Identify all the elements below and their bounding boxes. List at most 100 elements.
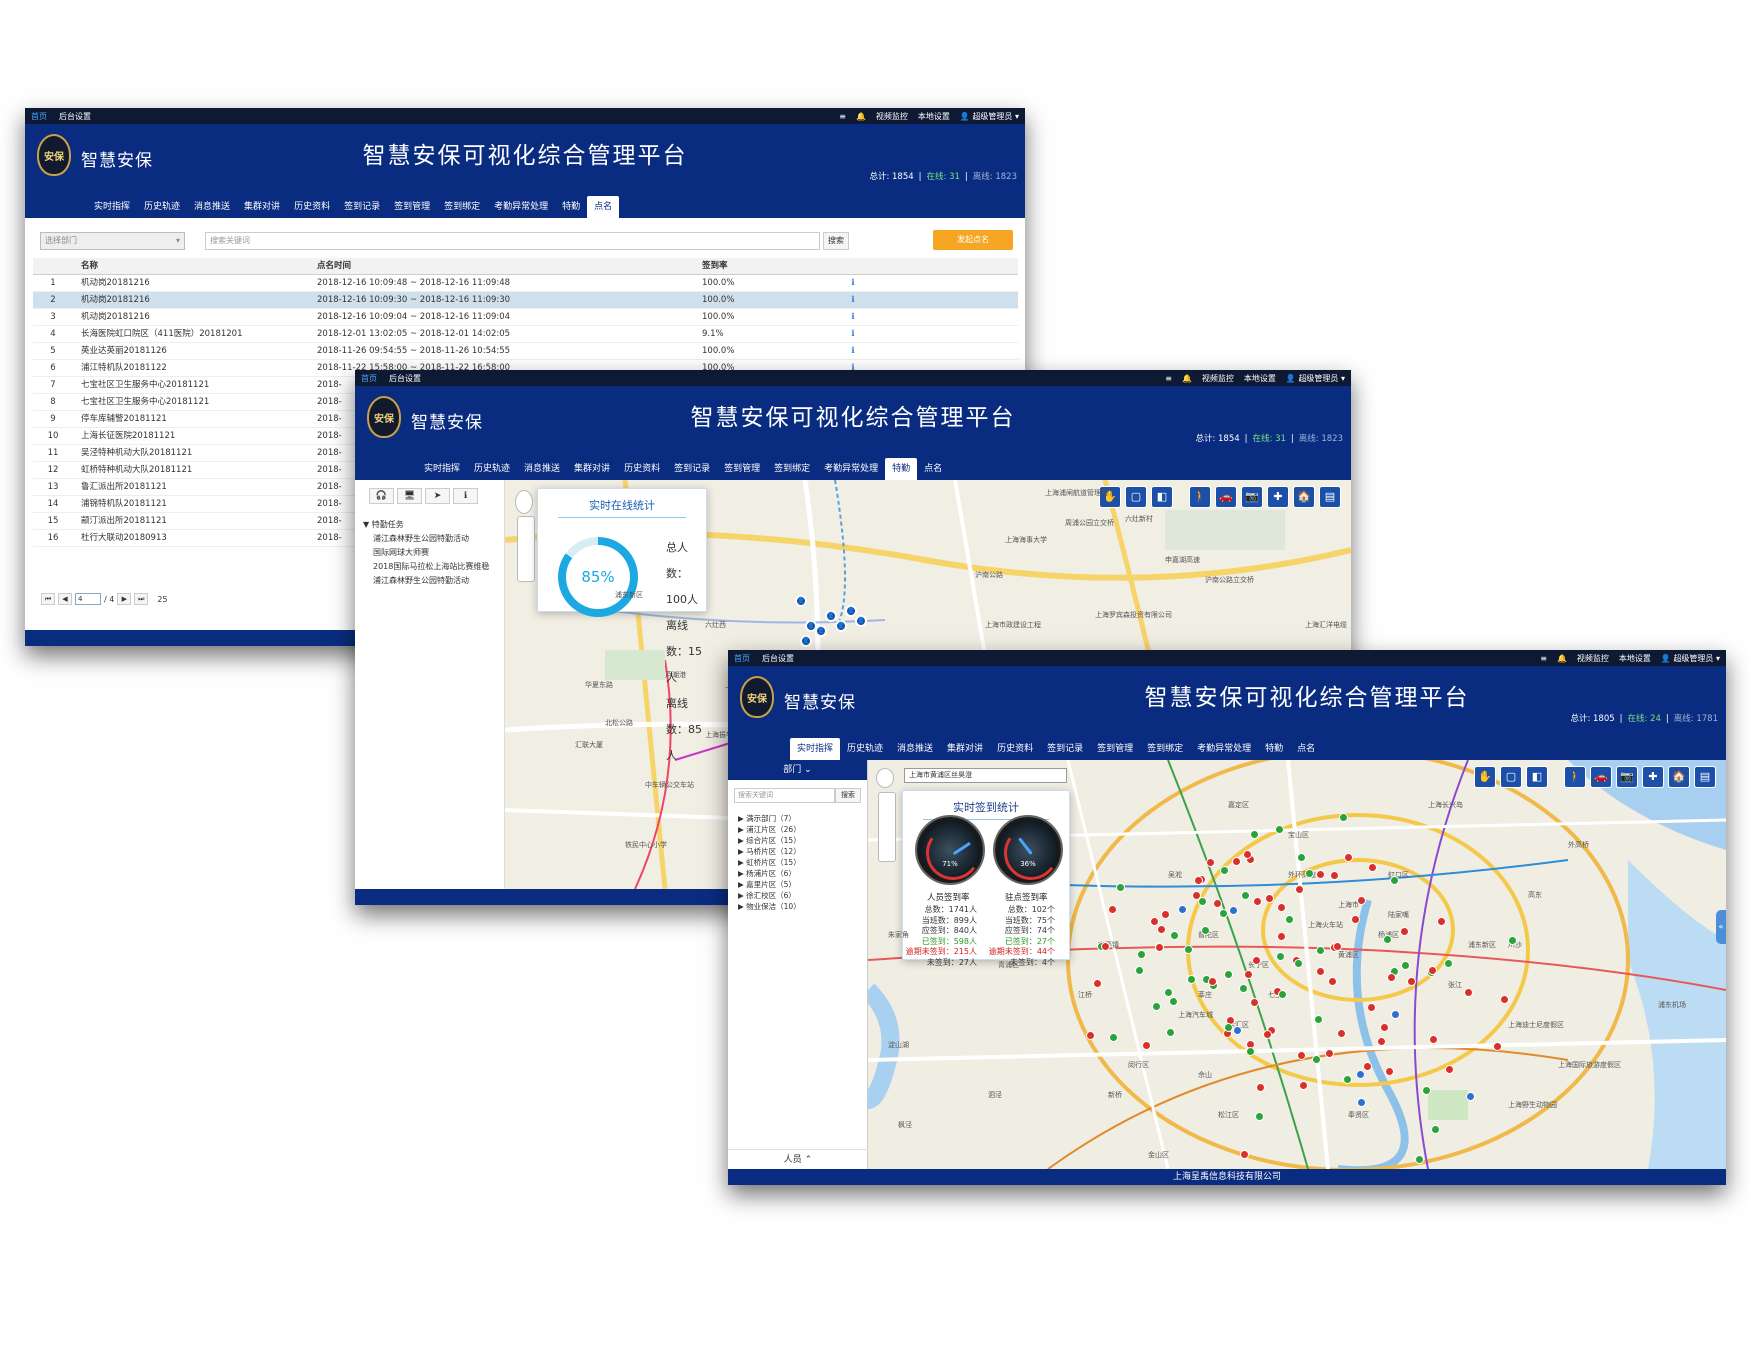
checkin-marker[interactable] xyxy=(1254,1111,1264,1121)
checkin-marker[interactable] xyxy=(1294,884,1304,894)
checkin-marker[interactable] xyxy=(1386,972,1396,982)
tab-6[interactable]: 签到管理 xyxy=(387,196,437,218)
checkin-marker[interactable] xyxy=(1239,1150,1249,1160)
compass-control[interactable] xyxy=(876,768,894,788)
checkin-marker[interactable] xyxy=(1231,857,1241,867)
checkin-marker[interactable] xyxy=(1316,945,1326,955)
table-row[interactable]: 5 英业达英丽20181126 2018-11-26 09:54:55 ~ 2018… xyxy=(33,343,1018,360)
tab-8[interactable]: 考勤异常处理 xyxy=(817,458,885,480)
personnel-marker-icon[interactable]: 👤 xyxy=(835,620,847,632)
personnel-marker-icon[interactable]: 👤 xyxy=(825,610,837,622)
checkin-marker[interactable] xyxy=(1275,951,1285,961)
info-icon[interactable]: ℹ xyxy=(838,309,868,325)
pan-hand-icon[interactable]: ✋ xyxy=(1474,766,1496,788)
table-row[interactable]: 1 机动岗20181216 2018-12-16 10:09:48 ~ 2018-1… xyxy=(33,275,1018,292)
department-item[interactable]: ▶ 杨浦片区（6） xyxy=(738,868,867,879)
task-item[interactable]: 浦江森林野生公园特勤活动 xyxy=(363,532,504,546)
person-icon[interactable]: 🚶 xyxy=(1564,766,1586,788)
checkin-marker[interactable] xyxy=(1367,863,1377,873)
admin-settings-link[interactable]: 后台设置 xyxy=(59,111,91,122)
tab-3[interactable]: 集群对讲 xyxy=(567,458,617,480)
checkin-marker[interactable] xyxy=(1152,1001,1162,1011)
last-page-icon[interactable]: ⏭ xyxy=(134,593,149,605)
checkin-marker[interactable] xyxy=(1285,914,1295,924)
compass-control[interactable] xyxy=(515,490,533,514)
car-icon[interactable]: 🚗 xyxy=(1590,766,1612,788)
checkin-marker[interactable] xyxy=(1161,909,1171,919)
checkin-marker[interactable] xyxy=(1379,1022,1389,1032)
layers-icon[interactable]: ▤ xyxy=(1694,766,1716,788)
tree-root[interactable]: ▼ 特勤任务 xyxy=(363,518,504,532)
checkin-marker[interactable] xyxy=(1184,944,1194,954)
admin-settings-link[interactable]: 后台设置 xyxy=(389,373,421,384)
checkin-marker[interactable] xyxy=(1249,997,1259,1007)
bell-icon[interactable]: 🔔 xyxy=(856,112,866,121)
task-item[interactable]: 浦江森林野生公园特勤活动 xyxy=(363,574,504,588)
department-item[interactable]: ▶ 虹桥片区（15） xyxy=(738,857,867,868)
department-item[interactable]: ▶ 综合片区（15） xyxy=(738,835,867,846)
checkin-marker[interactable] xyxy=(1327,977,1337,987)
tab-9[interactable]: 特勤 xyxy=(555,196,587,218)
zoom-slider[interactable] xyxy=(878,792,896,862)
checkin-marker[interactable] xyxy=(1238,983,1248,993)
tab-5[interactable]: 签到记录 xyxy=(667,458,717,480)
monitor-icon[interactable]: 🖥 xyxy=(397,488,422,504)
checkin-marker[interactable] xyxy=(1399,927,1409,937)
local-settings-link[interactable]: 本地设置 xyxy=(1619,653,1651,664)
menu-icon[interactable]: ≡ xyxy=(1165,374,1172,383)
tab-2[interactable]: 消息推送 xyxy=(517,458,567,480)
department-header[interactable]: 部门 ⌄ xyxy=(728,760,867,780)
target-icon[interactable]: ✚ xyxy=(1642,766,1664,788)
checkin-marker[interactable] xyxy=(1342,1074,1352,1084)
local-settings-link[interactable]: 本地设置 xyxy=(1244,373,1276,384)
checkin-marker[interactable] xyxy=(1228,906,1238,916)
info-icon[interactable]: ℹ xyxy=(838,275,868,291)
info-icon[interactable]: ℹ xyxy=(453,488,478,504)
search-input[interactable]: 搜索关键词 xyxy=(205,232,820,250)
checkin-marker[interactable] xyxy=(1205,857,1215,867)
video-monitor-link[interactable]: 视频监控 xyxy=(1202,373,1234,384)
checkin-marker[interactable] xyxy=(1492,1041,1502,1051)
zoom-slider[interactable] xyxy=(517,516,535,582)
tab-9[interactable]: 特勤 xyxy=(885,458,918,480)
admin-settings-link[interactable]: 后台设置 xyxy=(762,653,794,664)
info-icon[interactable]: ℹ xyxy=(838,326,868,342)
search-button[interactable]: 搜索 xyxy=(823,232,849,250)
user-menu[interactable]: 👤 超级管理员 ▾ xyxy=(960,111,1019,122)
checkin-marker[interactable] xyxy=(1428,1034,1438,1044)
department-item[interactable]: ▶ 徐汇校区（6） xyxy=(738,890,867,901)
personnel-marker-icon[interactable]: 👤 xyxy=(815,625,827,637)
address-search-input[interactable]: 上海市黄浦区丝昊澄 xyxy=(904,768,1067,783)
tab-7[interactable]: 签到绑定 xyxy=(1140,738,1190,760)
department-search-button[interactable]: 搜索 xyxy=(835,788,861,803)
tab-1[interactable]: 历史轨迹 xyxy=(467,458,517,480)
personnel-marker-icon[interactable]: 👤 xyxy=(855,615,867,627)
local-settings-link[interactable]: 本地设置 xyxy=(918,111,950,122)
checkin-marker[interactable] xyxy=(1401,960,1411,970)
checkin-marker[interactable] xyxy=(1312,1054,1322,1064)
tab-2[interactable]: 消息推送 xyxy=(187,196,237,218)
bell-icon[interactable]: 🔔 xyxy=(1557,654,1567,663)
checkin-marker[interactable] xyxy=(1249,829,1259,839)
checkin-marker[interactable] xyxy=(1262,1029,1272,1039)
tab-4[interactable]: 历史资料 xyxy=(617,458,667,480)
department-item[interactable]: ▶ 物业保洁（10） xyxy=(738,901,867,912)
person-icon[interactable]: 🚶 xyxy=(1189,486,1211,508)
checkin-marker[interactable] xyxy=(1115,883,1125,893)
target-icon[interactable]: ✚ xyxy=(1267,486,1289,508)
tab-1[interactable]: 历史轨迹 xyxy=(840,738,890,760)
menu-icon[interactable]: ≡ xyxy=(1540,654,1547,663)
headset-icon[interactable]: 🎧 xyxy=(369,488,394,504)
home-link[interactable]: 首页 xyxy=(361,373,377,384)
start-rollcall-button[interactable]: 发起点名 xyxy=(933,230,1013,250)
prev-page-icon[interactable]: ◀ xyxy=(58,593,72,605)
personnel-marker-icon[interactable]: 👤 xyxy=(795,595,807,607)
table-row[interactable]: 2 机动岗20181216 2018-12-16 10:09:30 ~ 2018-1… xyxy=(33,292,1018,309)
video-monitor-link[interactable]: 视频监控 xyxy=(1577,653,1609,664)
car-icon[interactable]: 🚗 xyxy=(1215,486,1237,508)
checkin-marker[interactable] xyxy=(1313,1015,1323,1025)
layers-icon[interactable]: ▤ xyxy=(1319,486,1341,508)
tab-0[interactable]: 实时指挥 xyxy=(790,738,841,760)
checkin-marker[interactable] xyxy=(1255,1083,1265,1093)
checkin-marker[interactable] xyxy=(1108,904,1118,914)
